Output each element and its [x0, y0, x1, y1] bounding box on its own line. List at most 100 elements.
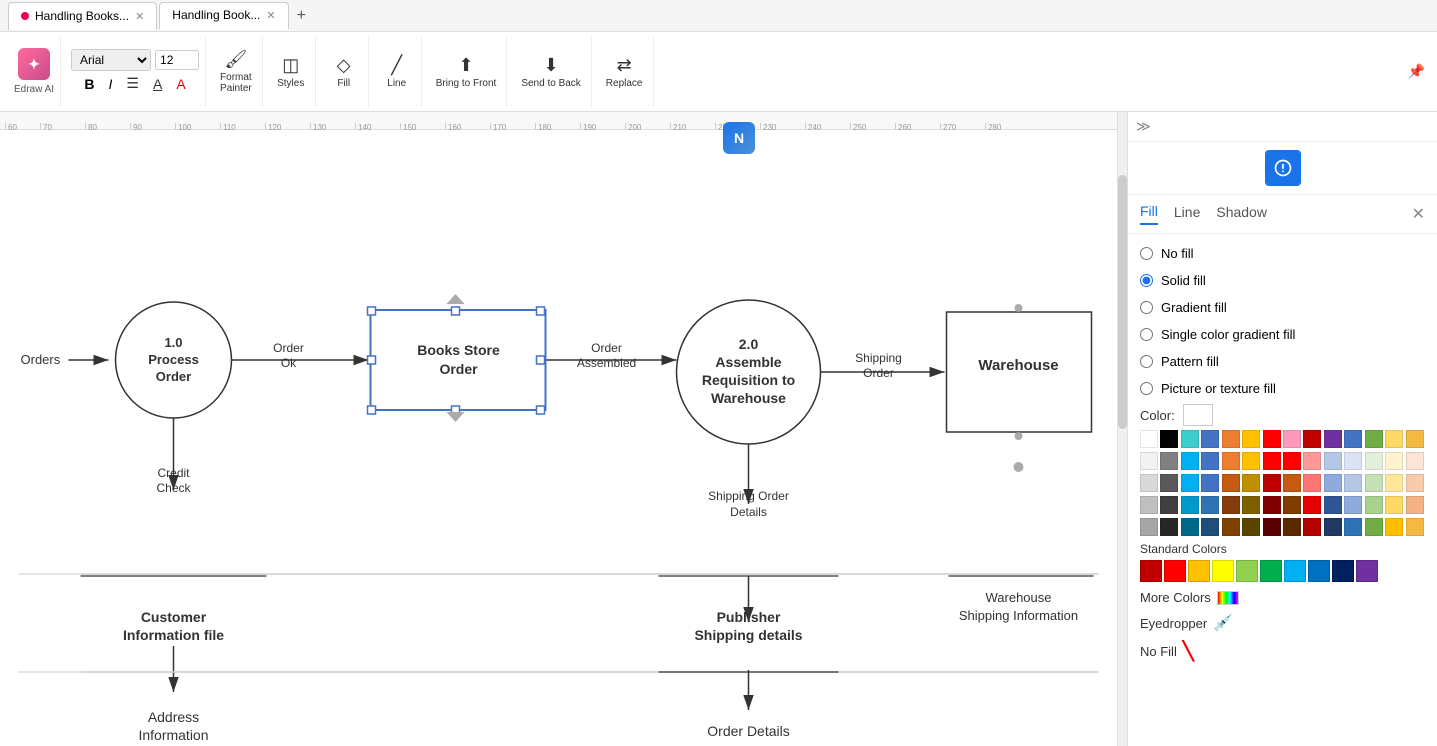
- color-swatch[interactable]: [1140, 452, 1158, 470]
- color-swatch[interactable]: [1303, 430, 1321, 448]
- line-button[interactable]: ╱ Line: [379, 53, 415, 91]
- send-to-back-button[interactable]: ⬇ Send to Back: [517, 53, 584, 91]
- color-swatch[interactable]: [1160, 518, 1178, 536]
- color-swatch[interactable]: [1222, 430, 1240, 448]
- color-swatch[interactable]: [1283, 518, 1301, 536]
- color-swatch[interactable]: [1222, 474, 1240, 492]
- color-swatch[interactable]: [1324, 452, 1342, 470]
- tab-handling-books-2[interactable]: Handling Book... ✕: [159, 2, 288, 30]
- eyedropper-option[interactable]: Eyedropper 💉: [1140, 613, 1425, 633]
- color-swatch[interactable]: [1201, 430, 1219, 448]
- color-swatch[interactable]: [1263, 496, 1281, 514]
- single-color-gradient-option[interactable]: Single color gradient fill: [1140, 327, 1425, 342]
- panel-close-button[interactable]: ✕: [1412, 204, 1425, 224]
- color-swatch[interactable]: [1263, 518, 1281, 536]
- color-swatch[interactable]: [1160, 452, 1178, 470]
- tab-handling-books-1[interactable]: Handling Books... ✕: [8, 2, 157, 30]
- std-color-swatch[interactable]: [1308, 560, 1330, 582]
- color-swatch[interactable]: [1222, 518, 1240, 536]
- color-swatch[interactable]: [1263, 452, 1281, 470]
- styles-button[interactable]: ◫ Styles: [273, 53, 309, 91]
- color-swatch[interactable]: [1222, 452, 1240, 470]
- color-swatch[interactable]: [1140, 496, 1158, 514]
- tab-close-2[interactable]: ✕: [266, 9, 275, 22]
- italic-button[interactable]: I: [104, 74, 118, 94]
- std-color-swatch[interactable]: [1188, 560, 1210, 582]
- fill-button[interactable]: ◇ Fill: [326, 53, 362, 91]
- color-swatch[interactable]: [1242, 430, 1260, 448]
- picture-texture-option[interactable]: Picture or texture fill: [1140, 381, 1425, 396]
- font-family-select[interactable]: Arial Times New Roman Calibri: [71, 49, 151, 71]
- color-swatch[interactable]: [1344, 496, 1362, 514]
- std-color-swatch[interactable]: [1260, 560, 1282, 582]
- panel-expand-icon[interactable]: ≫: [1136, 118, 1151, 135]
- std-color-swatch[interactable]: [1284, 560, 1306, 582]
- color-swatch[interactable]: [1242, 518, 1260, 536]
- font-size-input[interactable]: [155, 50, 199, 70]
- color-swatch[interactable]: [1365, 518, 1383, 536]
- color-swatch[interactable]: [1365, 496, 1383, 514]
- color-swatch[interactable]: [1344, 430, 1362, 448]
- color-swatch[interactable]: [1181, 430, 1199, 448]
- color-swatch[interactable]: [1344, 474, 1362, 492]
- replace-button[interactable]: ⇄ Replace: [602, 53, 647, 91]
- std-color-swatch[interactable]: [1140, 560, 1162, 582]
- color-swatch[interactable]: [1160, 474, 1178, 492]
- color-swatch[interactable]: [1160, 430, 1178, 448]
- color-swatch[interactable]: [1283, 430, 1301, 448]
- no-fill-radio[interactable]: [1140, 247, 1153, 260]
- std-color-swatch[interactable]: [1164, 560, 1186, 582]
- panel-action-button[interactable]: [1265, 150, 1301, 186]
- vertical-scrollbar[interactable]: [1117, 112, 1127, 746]
- underline-button[interactable]: A: [148, 74, 167, 94]
- new-tab-button[interactable]: +: [291, 7, 312, 25]
- color-swatch[interactable]: [1263, 474, 1281, 492]
- color-swatch[interactable]: [1242, 496, 1260, 514]
- color-swatch[interactable]: [1406, 474, 1424, 492]
- std-color-swatch[interactable]: [1356, 560, 1378, 582]
- color-swatch[interactable]: [1365, 452, 1383, 470]
- tab-close-1[interactable]: ✕: [135, 10, 144, 23]
- std-color-swatch[interactable]: [1236, 560, 1258, 582]
- pattern-fill-option[interactable]: Pattern fill: [1140, 354, 1425, 369]
- std-color-swatch[interactable]: [1332, 560, 1354, 582]
- tab-line[interactable]: Line: [1174, 204, 1200, 224]
- color-swatch[interactable]: [1303, 474, 1321, 492]
- color-swatch[interactable]: [1406, 430, 1424, 448]
- color-swatch[interactable]: [1385, 430, 1403, 448]
- color-swatch[interactable]: [1303, 496, 1321, 514]
- eyedropper-icon[interactable]: 💉: [1213, 613, 1233, 633]
- color-swatch[interactable]: [1160, 496, 1178, 514]
- pattern-fill-radio[interactable]: [1140, 355, 1153, 368]
- color-swatch[interactable]: [1283, 496, 1301, 514]
- color-swatch[interactable]: [1201, 452, 1219, 470]
- color-swatch[interactable]: [1242, 452, 1260, 470]
- color-swatch[interactable]: [1201, 518, 1219, 536]
- more-colors-gradient[interactable]: [1217, 591, 1239, 605]
- more-colors-option[interactable]: More Colors: [1140, 590, 1425, 605]
- single-color-gradient-radio[interactable]: [1140, 328, 1153, 341]
- color-picker-box[interactable]: [1183, 404, 1213, 426]
- no-fill-option[interactable]: No fill: [1140, 246, 1425, 261]
- color-swatch[interactable]: [1140, 518, 1158, 536]
- color-swatch[interactable]: [1324, 474, 1342, 492]
- color-swatch[interactable]: [1242, 474, 1260, 492]
- bring-to-front-button[interactable]: ⬆ Bring to Front: [432, 53, 501, 91]
- align-button[interactable]: ☰: [121, 73, 144, 94]
- font-color-button[interactable]: A: [171, 74, 190, 94]
- color-swatch[interactable]: [1385, 518, 1403, 536]
- solid-fill-option[interactable]: Solid fill: [1140, 273, 1425, 288]
- scrollbar-thumb[interactable]: [1118, 175, 1127, 429]
- color-swatch[interactable]: [1222, 496, 1240, 514]
- gradient-fill-radio[interactable]: [1140, 301, 1153, 314]
- color-swatch[interactable]: [1385, 496, 1403, 514]
- color-swatch[interactable]: [1406, 452, 1424, 470]
- color-swatch[interactable]: [1201, 496, 1219, 514]
- color-swatch[interactable]: [1140, 474, 1158, 492]
- tab-fill[interactable]: Fill: [1140, 203, 1158, 225]
- color-swatch[interactable]: [1181, 474, 1199, 492]
- color-swatch[interactable]: [1263, 430, 1281, 448]
- color-swatch[interactable]: [1344, 518, 1362, 536]
- color-swatch[interactable]: [1365, 474, 1383, 492]
- color-swatch[interactable]: [1344, 452, 1362, 470]
